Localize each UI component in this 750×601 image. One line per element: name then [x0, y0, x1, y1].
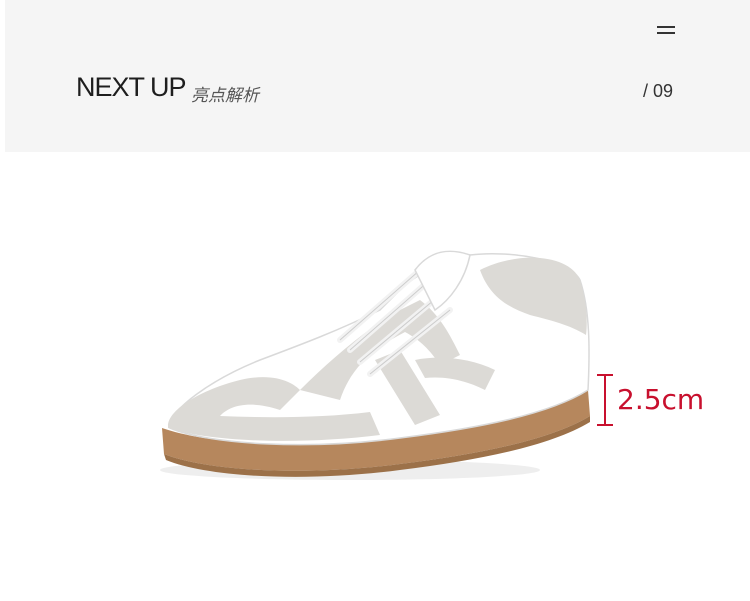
- height-measure-label: 2.5cm: [617, 383, 705, 416]
- height-measure-bracket: [597, 374, 613, 426]
- page-subtitle: 亮点解析: [191, 86, 259, 106]
- page-title: NEXT UP: [76, 72, 187, 102]
- page-number: / 09: [643, 81, 674, 101]
- menu-icon[interactable]: [653, 23, 679, 37]
- sneaker-image: [160, 250, 590, 480]
- header-bar: NEXT UP 亮点解析 / 09: [5, 0, 750, 152]
